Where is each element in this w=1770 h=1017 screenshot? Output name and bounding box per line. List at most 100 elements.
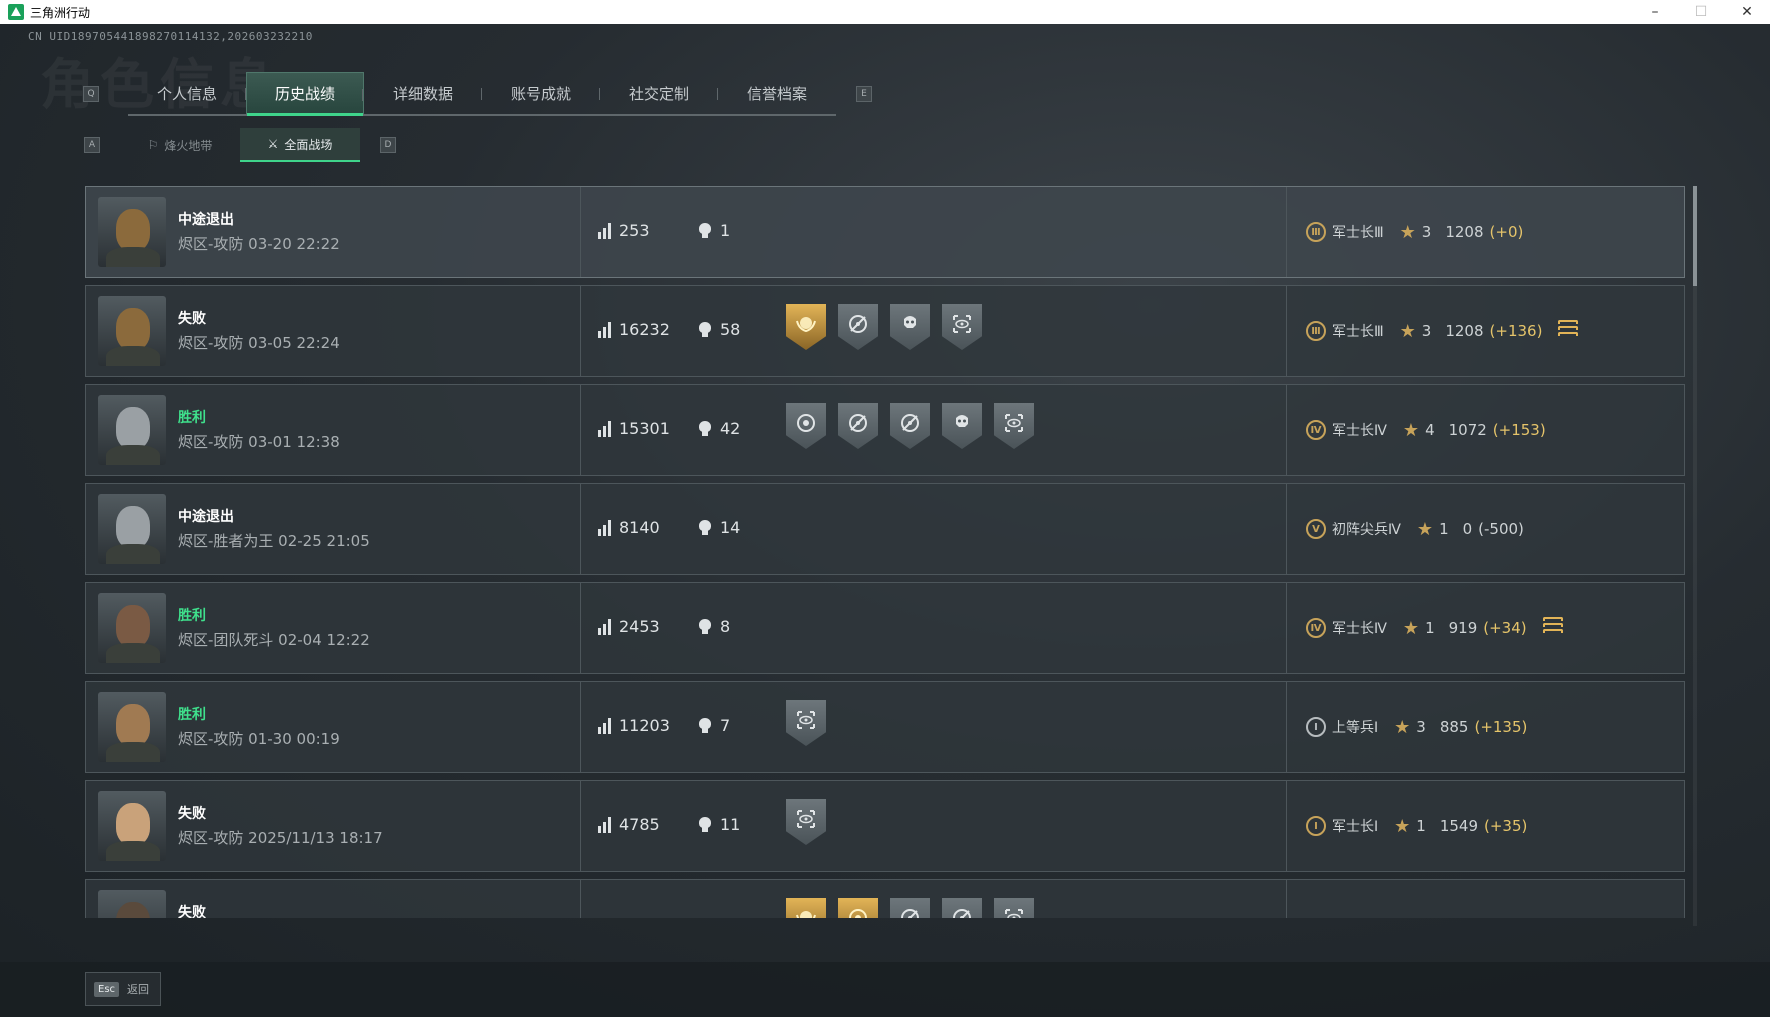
rank-points: 1072 [1448,421,1487,439]
match-score: 16232 [598,320,670,339]
main-tab-bar: 个人信息 历史战绩 详细数据 账号成就 社交定制 信誉档案 [128,72,836,116]
star-icon: ★ [1402,617,1420,639]
tab-achievements[interactable]: 账号成就 [482,72,601,114]
medal-list [786,898,1034,918]
rank-name: 军士长Ⅳ [1332,423,1387,439]
tab-personal-info[interactable]: 个人信息 [128,72,246,114]
match-score: 8140 [598,518,660,537]
rank-points: 1549 [1439,817,1479,835]
kills-skull-icon [698,519,712,536]
avatar-body [106,643,160,663]
rank-info: Ⅳ 军士长Ⅳ ★ 1 919 (+34) [1306,583,1563,673]
medal-list [786,799,826,845]
eye-target-medal-icon[interactable] [786,799,826,845]
score-bars-icon [598,321,611,338]
subtab-full-battlefield[interactable]: ⚔ 全面战场 [240,128,360,162]
crosshair-medal-icon[interactable] [838,403,878,449]
match-mode-time: 烬区-攻防 03-01 12:38 [178,433,340,451]
rank-name: 上等兵Ⅰ [1332,720,1379,736]
match-score: 15301 [598,419,670,438]
match-row[interactable]: 失败 [85,879,1685,918]
crosshair-medal-icon[interactable] [838,304,878,350]
row-divider [580,682,581,772]
match-mode-time: 烬区-攻防 01-30 00:19 [178,730,340,748]
row-divider [580,880,581,918]
score-value: 16232 [619,320,670,339]
list-scrollbar[interactable] [1693,186,1697,926]
star-count: 4 [1425,421,1435,439]
row-divider [1286,781,1287,871]
score-value: 2453 [619,617,660,636]
gold-target-medal-icon[interactable] [838,898,878,918]
avatar-body [106,544,160,564]
scrollbar-thumb[interactable] [1693,186,1697,286]
row-divider [1286,187,1287,277]
next-tab-key-hint[interactable]: E [856,86,872,102]
flag-icon: ⚐ [147,138,159,152]
score-value: 4785 [619,815,660,834]
star-count: 3 [1421,322,1432,340]
match-row[interactable]: 中途退出 烬区-攻防 03-20 22:22 253 1 Ⅲ 军士长Ⅲ ★ 3 1208 (+0) [85,186,1685,278]
rank-up-chevron-icon [1542,617,1563,639]
target-medal-icon[interactable] [786,403,826,449]
avatar-head [116,209,150,251]
rank-points: 0 [1462,520,1473,538]
match-result: 中途退出 [178,212,234,228]
match-row[interactable]: 胜利 烬区-攻防 03-01 12:38 15301 42 Ⅳ 军士长Ⅳ ★ 4 1072 (+1… [85,384,1685,476]
kills-value: 1 [720,221,731,240]
kills-value: 7 [720,716,731,735]
row-divider [1286,286,1287,376]
prev-subtab-key-hint[interactable]: A [84,137,100,153]
match-row[interactable]: 胜利 烬区-攻防 01-30 00:19 11203 7 Ⅰ 上等兵Ⅰ ★ 3 885 (+135… [85,681,1685,773]
match-result: 失败 [178,806,206,822]
row-divider [1286,880,1287,918]
eye-target-medal-icon[interactable] [786,700,826,746]
back-button[interactable]: Esc 返回 [85,972,161,1006]
operator-avatar [98,890,166,918]
match-kills: 14 [698,518,740,537]
tab-detailed-data[interactable]: 详细数据 [364,72,483,114]
star-icon: ★ [1402,419,1420,441]
match-row[interactable]: 中途退出 烬区-胜者为王 02-25 21:05 8140 14 Ⅴ 初阵尖兵Ⅳ ★ 1 0 (-… [85,483,1685,575]
skull-medal-icon[interactable] [890,304,930,350]
match-history-list: 中途退出 烬区-攻防 03-20 22:22 253 1 Ⅲ 军士长Ⅲ ★ 3 1208 (+0)… [85,186,1685,918]
match-result: 失败 [178,905,206,918]
tab-match-history[interactable]: 历史战绩 [246,72,365,116]
operator-avatar [98,197,166,267]
kills-skull-icon [698,222,712,239]
tab-social-custom[interactable]: 社交定制 [600,72,719,114]
rank-emblem-icon: Ⅲ [1306,222,1326,242]
match-row[interactable]: 失败 烬区-攻防 03-05 22:24 16232 58 Ⅲ 军士长Ⅲ ★ 3 1208 (+1… [85,285,1685,377]
eye-target-medal-icon[interactable] [942,304,982,350]
prev-tab-key-hint[interactable]: Q [83,86,99,102]
crosshair-medal-icon[interactable] [890,898,930,918]
match-result: 失败 [178,311,206,327]
kills-skull-icon [698,420,712,437]
eye-target-medal-icon[interactable] [994,403,1034,449]
match-result: 中途退出 [178,509,234,525]
subtab-hazard-zone[interactable]: ⚐ 烽火地带 [120,128,240,162]
minimize-button[interactable]: – [1632,0,1678,24]
gold-laurel-medal-icon[interactable] [786,898,826,918]
avatar-head [116,605,150,647]
avatar-body [106,841,160,861]
gold-laurel-medal-icon[interactable] [786,304,826,350]
close-button[interactable]: ✕ [1724,0,1770,24]
operator-avatar [98,593,166,663]
rank-points-delta: (+35) [1484,817,1528,835]
row-divider [580,781,581,871]
match-row[interactable]: 失败 烬区-攻防 2025/11/13 18:17 4785 11 Ⅰ 军士长Ⅰ ★ 1 154… [85,780,1685,872]
avatar-head [116,506,150,548]
next-subtab-key-hint[interactable]: D [380,137,396,153]
eye-target-medal-icon[interactable] [994,898,1034,918]
crosshair-medal-icon[interactable] [890,403,930,449]
match-mode-time: 烬区-攻防 2025/11/13 18:17 [178,829,383,847]
tab-credit-record[interactable]: 信誉档案 [718,72,836,114]
kills-skull-icon [698,816,712,833]
match-row[interactable]: 胜利 烬区-团队死斗 02-04 12:22 2453 8 Ⅳ 军士长Ⅳ ★ 1 919 (+34… [85,582,1685,674]
skull-medal-icon[interactable] [942,403,982,449]
avatar-head [116,704,150,746]
crosshair-medal-icon[interactable] [942,898,982,918]
score-bars-icon [598,717,611,734]
maximize-button[interactable]: ☐ [1678,0,1724,24]
